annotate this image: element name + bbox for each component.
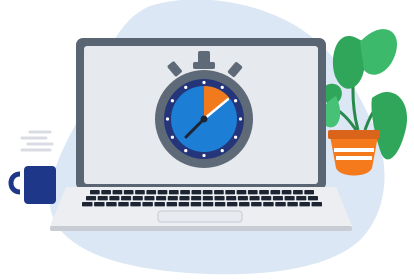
- keyboard-key: [307, 196, 318, 201]
- keyboard-key: [86, 196, 97, 201]
- keyboard-key: [90, 190, 100, 195]
- keyboard-key: [167, 196, 178, 201]
- keyboard-key: [226, 202, 238, 207]
- keyboard-key: [146, 190, 157, 195]
- keyboard-key: [123, 190, 134, 195]
- keyboard-key: [287, 202, 298, 207]
- keyboard-key: [251, 202, 262, 207]
- keyboard-key: [261, 196, 272, 201]
- stopwatch-tick: [184, 85, 188, 89]
- stopwatch-tick: [202, 80, 206, 85]
- stopwatch-tick: [165, 117, 170, 121]
- stopwatch-tick: [184, 149, 188, 153]
- keyboard-key: [154, 202, 165, 207]
- keyboard-key: [135, 190, 145, 195]
- pot-rim: [328, 130, 380, 139]
- keyboard-key: [214, 190, 224, 195]
- keyboard-key: [168, 190, 179, 195]
- keyboard-key: [121, 196, 132, 201]
- keyboard-key: [225, 190, 236, 195]
- keyboard-key: [156, 196, 167, 201]
- plant-pot: [330, 136, 378, 176]
- keyboard-key: [157, 190, 168, 195]
- mug-body: [24, 166, 56, 204]
- keyboard-key: [259, 190, 269, 195]
- keyboard-key: [214, 202, 226, 207]
- stopwatch-tick: [202, 153, 206, 158]
- stopwatch-tick: [170, 99, 174, 103]
- keyboard-key: [293, 190, 303, 195]
- laptop-base-edge: [50, 226, 352, 231]
- keyboard-key: [132, 196, 143, 201]
- keyboard-key: [270, 190, 281, 195]
- steam: [20, 130, 54, 152]
- stopwatch-icon: [155, 51, 253, 168]
- keyboard-key: [311, 202, 322, 207]
- trackpad: [157, 210, 243, 223]
- plant-leaf: [360, 29, 398, 75]
- keyboard-key: [178, 202, 190, 207]
- keyboard-key: [281, 190, 292, 195]
- keyboard-key: [237, 196, 248, 201]
- stopwatch-tick: [220, 149, 224, 153]
- stopwatch-tick: [238, 117, 243, 121]
- keyboard-key: [179, 196, 190, 201]
- keyboard-key: [202, 196, 213, 201]
- keyboard-key: [202, 202, 214, 207]
- keyboard-key: [130, 202, 141, 207]
- keyboard-key: [239, 202, 250, 207]
- keyboard-key: [202, 190, 213, 195]
- stopwatch-tick: [220, 85, 224, 89]
- keyboard-key: [82, 202, 93, 207]
- keyboard-key: [191, 190, 202, 195]
- keyboard-key: [275, 202, 286, 207]
- keyboard-key: [191, 196, 202, 201]
- keyboard-key: [106, 202, 117, 207]
- keyboard-key: [249, 196, 260, 201]
- keyboard-key: [304, 190, 314, 195]
- keyboard-key: [296, 196, 307, 201]
- keyboard-key: [247, 190, 258, 195]
- stopwatch-tick: [170, 135, 174, 139]
- keyboard-key: [118, 202, 129, 207]
- illustration-scene: [8, 0, 408, 275]
- keyboard-key: [284, 196, 295, 201]
- keyboard-key: [214, 196, 225, 201]
- keyboard-key: [263, 202, 274, 207]
- keyboard-key: [180, 190, 190, 195]
- keyboard-key: [101, 190, 111, 195]
- keyboard-key: [94, 202, 105, 207]
- stopwatch-tick: [234, 99, 238, 103]
- keyboard-key: [236, 190, 247, 195]
- keyboard-key: [190, 202, 202, 207]
- keyboard-key: [226, 196, 237, 201]
- potted-plant-icon: [321, 29, 408, 176]
- stopwatch-tick: [234, 135, 238, 139]
- keyboard-key: [142, 202, 153, 207]
- keyboard-key: [299, 202, 310, 207]
- stopwatch-pivot: [200, 115, 208, 123]
- keyboard-key: [97, 196, 108, 201]
- keyboard-key: [166, 202, 178, 207]
- keyboard-key: [144, 196, 155, 201]
- keyboard-key: [112, 190, 123, 195]
- keyboard-key: [109, 196, 120, 201]
- coffee-mug-icon: [8, 130, 56, 204]
- keyboard-key: [272, 196, 283, 201]
